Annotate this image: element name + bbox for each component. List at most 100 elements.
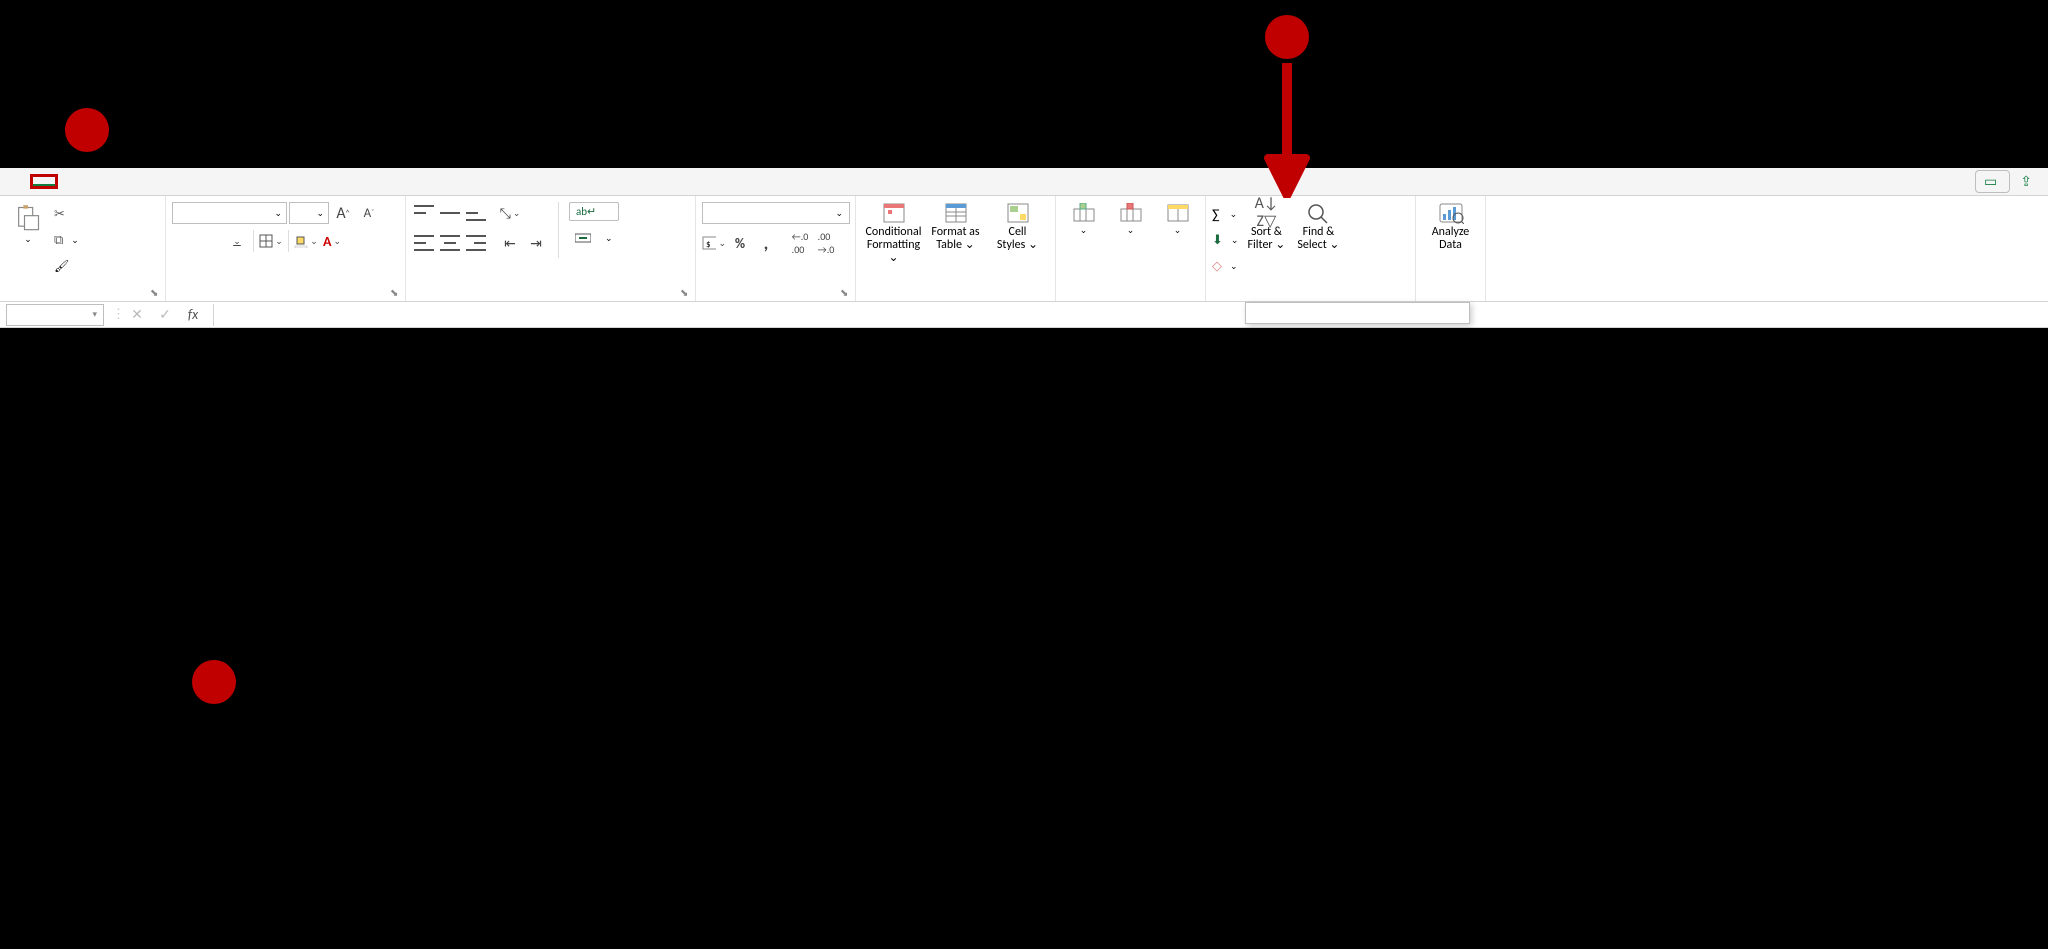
name-box[interactable]: ▾ (6, 304, 104, 326)
number-launcher-icon[interactable]: ⬊ (840, 286, 852, 298)
increase-indent-button[interactable]: ⇥ (524, 232, 548, 254)
analyze-data-button[interactable]: AnalyzeData (1424, 202, 1478, 252)
wrap-text-button[interactable]: ab↵ (569, 202, 619, 221)
comma-button[interactable]: , (754, 232, 778, 254)
cs-label2: Styles ⌄ (997, 239, 1038, 252)
an-label2: Data (1439, 239, 1462, 252)
cut-button[interactable] (54, 202, 79, 226)
ribbon: ⌄ ⌄ ⬊ ⌄ ⌄ A^ Aˇ (0, 196, 2048, 302)
tab-file[interactable] (8, 178, 32, 186)
align-center-button[interactable] (438, 232, 462, 254)
share-icon: ⇪ (2020, 173, 2032, 190)
clear-button[interactable]: ◇ ⌄ (1212, 254, 1238, 278)
insert-cells-button[interactable]: ⌄ (1062, 202, 1105, 236)
align-top-button[interactable] (412, 202, 436, 224)
insert-cells-icon (1070, 202, 1098, 224)
font-name-dropdown[interactable]: ⌄ (172, 202, 287, 224)
sigma-icon: ∑ (1212, 206, 1220, 223)
sort-filter-icon: A↓Z▽ (1252, 202, 1280, 224)
conditional-formatting-button[interactable]: ConditionalFormatting ⌄ (865, 202, 923, 266)
tab-developer[interactable] (200, 178, 224, 186)
align-right-button[interactable] (464, 232, 488, 254)
tab-insert[interactable] (56, 178, 80, 186)
autosum-tooltip (1245, 302, 1470, 324)
decrease-indent-button[interactable]: ⇤ (498, 232, 522, 254)
group-alignment-label (412, 299, 689, 301)
sort-filter-button[interactable]: A↓Z▽ Sort &Filter ⌄ (1242, 202, 1290, 252)
tab-view[interactable] (176, 178, 200, 186)
share-button[interactable]: ⇪ (2016, 171, 2040, 192)
comments-button[interactable]: ▭ (1975, 170, 2010, 193)
enter-formula-icon[interactable]: ✓ (153, 304, 177, 326)
font-color-button[interactable]: A (320, 230, 344, 252)
tab-help[interactable] (224, 178, 248, 186)
increase-font-button[interactable]: A^ (331, 202, 355, 224)
svg-text:$: $ (706, 239, 711, 250)
align-bottom-button[interactable] (464, 202, 488, 224)
format-painter-button[interactable] (54, 254, 79, 278)
wrap-text-icon: ab↵ (576, 205, 596, 218)
callout-3 (1265, 15, 1309, 59)
italic-button[interactable] (198, 230, 222, 252)
delete-cells-icon (1117, 202, 1145, 224)
copy-icon (54, 233, 63, 248)
percent-button[interactable]: % (728, 232, 752, 254)
group-clipboard-label (6, 299, 159, 301)
tab-data[interactable] (128, 178, 152, 186)
fat-label2: Table ⌄ (936, 239, 974, 252)
arrow-icon (1262, 58, 1312, 198)
format-as-table-icon (942, 202, 970, 224)
merge-icon (575, 231, 591, 245)
group-analysis-label (1422, 299, 1479, 301)
tab-home[interactable] (32, 176, 56, 187)
comment-icon: ▭ (1984, 173, 1997, 190)
callout-1 (192, 660, 236, 704)
bold-button[interactable] (172, 230, 196, 252)
find-select-button[interactable]: Find &Select ⌄ (1294, 202, 1342, 252)
border-button[interactable] (259, 230, 283, 252)
paste-icon (14, 204, 42, 232)
cell-styles-button[interactable]: CellStyles ⌄ (989, 202, 1047, 252)
accounting-format-button[interactable]: $ (702, 232, 726, 254)
fill-button[interactable]: ⬇ ⌄ (1212, 228, 1238, 252)
cancel-formula-icon[interactable]: ✕ (125, 304, 149, 326)
paste-button[interactable]: ⌄ (6, 202, 50, 247)
delete-cells-button[interactable]: ⌄ (1109, 202, 1152, 236)
formula-input[interactable] (213, 304, 2048, 326)
group-editing-label (1212, 299, 1409, 301)
fx-icon[interactable]: fx (181, 304, 205, 326)
font-launcher-icon[interactable]: ⬊ (390, 286, 402, 298)
tab-review[interactable] (152, 178, 176, 186)
fill-down-icon: ⬇ (1212, 233, 1223, 248)
number-format-dropdown[interactable]: ⌄ (702, 202, 850, 224)
format-as-table-button[interactable]: Format asTable ⌄ (927, 202, 985, 252)
scissors-icon (54, 207, 65, 222)
tab-page-layout[interactable] (80, 178, 104, 186)
group-number-label (702, 299, 849, 301)
orientation-button[interactable]: ⤡ (498, 202, 522, 224)
fill-color-button[interactable] (294, 230, 318, 252)
formula-bar: ▾ ⋮ ✕ ✓ fx (0, 302, 2048, 328)
merge-center-button[interactable]: ⌄ (569, 229, 619, 247)
tab-formulas[interactable] (104, 178, 128, 186)
alignment-launcher-icon[interactable]: ⬊ (680, 286, 692, 298)
align-left-button[interactable] (412, 232, 436, 254)
fs-label2: Select ⌄ (1297, 239, 1339, 252)
ribbon-tabs: ▭ ⇪ (0, 168, 2048, 196)
conditional-formatting-icon (880, 202, 908, 224)
align-middle-button[interactable] (438, 202, 462, 224)
brush-icon (54, 259, 69, 274)
cf-label2: Formatting ⌄ (865, 239, 923, 265)
autosum-button[interactable]: ∑ ⌄ (1212, 202, 1238, 226)
underline-button[interactable] (224, 230, 248, 252)
font-size-dropdown[interactable]: ⌄ (289, 202, 329, 224)
clipboard-launcher-icon[interactable]: ⬊ (150, 286, 162, 298)
decrease-decimal-button[interactable]: .00→.0 (814, 232, 838, 254)
group-styles-label (862, 299, 1049, 301)
copy-button[interactable]: ⌄ (54, 228, 79, 252)
decrease-font-button[interactable]: Aˇ (357, 202, 381, 224)
format-cells-button[interactable]: ⌄ (1156, 202, 1199, 236)
increase-decimal-button[interactable]: ←.0.00 (788, 232, 812, 254)
eraser-icon: ◇ (1212, 259, 1222, 274)
sf-label2: Filter ⌄ (1248, 239, 1286, 252)
